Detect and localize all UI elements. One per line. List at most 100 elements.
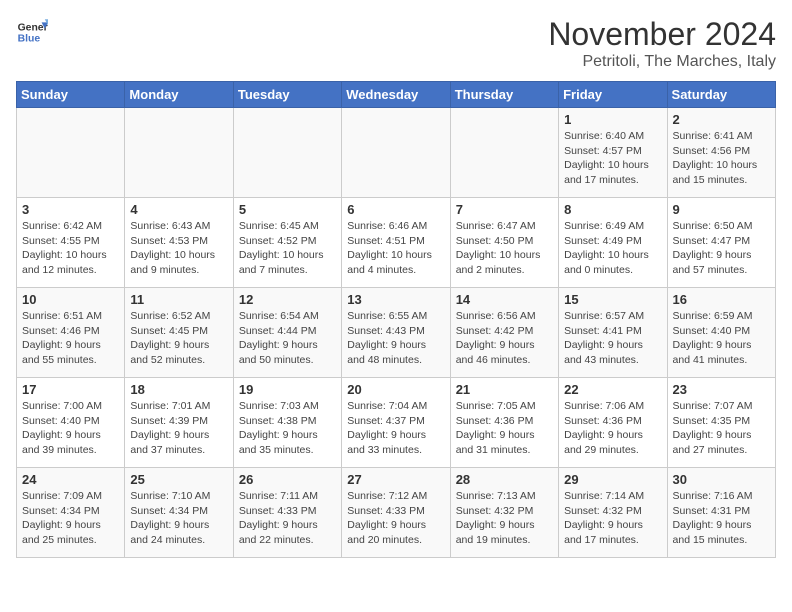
calendar-cell: 5Sunrise: 6:45 AM Sunset: 4:52 PM Daylig…: [233, 198, 341, 288]
day-number: 26: [239, 472, 336, 487]
calendar-table: SundayMondayTuesdayWednesdayThursdayFrid…: [16, 81, 776, 558]
day-detail: Sunrise: 6:42 AM Sunset: 4:55 PM Dayligh…: [22, 219, 119, 278]
day-detail: Sunrise: 7:06 AM Sunset: 4:36 PM Dayligh…: [564, 399, 661, 458]
calendar-cell: 25 Sunrise: 7:10 AM Sunset: 4:34 PM Dayli…: [125, 468, 233, 558]
day-number: 6: [347, 202, 444, 217]
logo: General Blue: [16, 16, 48, 48]
calendar-cell: 26Sunrise: 7:11 AM Sunset: 4:33 PM Dayli…: [233, 468, 341, 558]
day-number: 4: [130, 202, 227, 217]
calendar-cell: 16 Sunrise: 6:59 AM Sunset: 4:40 PM Dayli…: [667, 288, 775, 378]
day-number: 30: [673, 472, 770, 487]
week-row-2: 3 Sunrise: 6:42 AM Sunset: 4:55 PM Daylig…: [17, 198, 776, 288]
weekday-header-wednesday: Wednesday: [342, 82, 450, 108]
day-number: 15: [564, 292, 661, 307]
day-detail: Sunrise: 7:04 AM Sunset: 4:37 PM Dayligh…: [347, 399, 444, 458]
calendar-cell: 22 Sunrise: 7:06 AM Sunset: 4:36 PM Dayli…: [559, 378, 667, 468]
calendar-cell: 6Sunrise: 6:46 AM Sunset: 4:51 PM Daylig…: [342, 198, 450, 288]
day-number: 20: [347, 382, 444, 397]
logo-icon: General Blue: [16, 16, 48, 48]
day-detail: Sunrise: 7:09 AM Sunset: 4:34 PM Dayligh…: [22, 489, 119, 548]
day-detail: Sunrise: 7:16 AM Sunset: 4:31 PM Dayligh…: [673, 489, 770, 548]
week-row-3: 10 Sunrise: 6:51 AM Sunset: 4:46 PM Dayli…: [17, 288, 776, 378]
day-number: 18: [130, 382, 227, 397]
calendar-cell: [342, 108, 450, 198]
day-detail: Sunrise: 6:45 AM Sunset: 4:52 PM Dayligh…: [239, 219, 336, 278]
day-number: 17: [22, 382, 119, 397]
weekday-header-row: SundayMondayTuesdayWednesdayThursdayFrid…: [17, 82, 776, 108]
calendar-title: November 2024: [548, 16, 776, 53]
day-detail: Sunrise: 7:05 AM Sunset: 4:36 PM Dayligh…: [456, 399, 553, 458]
day-number: 29: [564, 472, 661, 487]
day-number: 22: [564, 382, 661, 397]
day-number: 28: [456, 472, 553, 487]
day-detail: Sunrise: 7:00 AM Sunset: 4:40 PM Dayligh…: [22, 399, 119, 458]
day-detail: Sunrise: 6:52 AM Sunset: 4:45 PM Dayligh…: [130, 309, 227, 368]
day-number: 27: [347, 472, 444, 487]
day-detail: Sunrise: 6:43 AM Sunset: 4:53 PM Dayligh…: [130, 219, 227, 278]
header: General Blue November 2024 Petritoli, Th…: [16, 16, 776, 71]
calendar-cell: 12 Sunrise: 6:54 AM Sunset: 4:44 PM Dayli…: [233, 288, 341, 378]
day-number: 9: [673, 202, 770, 217]
day-number: 14: [456, 292, 553, 307]
day-number: 10: [22, 292, 119, 307]
calendar-cell: 30 Sunrise: 7:16 AM Sunset: 4:31 PM Dayli…: [667, 468, 775, 558]
day-detail: Sunrise: 7:01 AM Sunset: 4:39 PM Dayligh…: [130, 399, 227, 458]
calendar-subtitle: Petritoli, The Marches, Italy: [548, 53, 776, 71]
weekday-header-friday: Friday: [559, 82, 667, 108]
week-row-5: 24 Sunrise: 7:09 AM Sunset: 4:34 PM Dayli…: [17, 468, 776, 558]
calendar-cell: 17 Sunrise: 7:00 AM Sunset: 4:40 PM Dayli…: [17, 378, 125, 468]
calendar-cell: 9Sunrise: 6:50 AM Sunset: 4:47 PM Daylig…: [667, 198, 775, 288]
calendar-cell: 3 Sunrise: 6:42 AM Sunset: 4:55 PM Daylig…: [17, 198, 125, 288]
calendar-cell: 11 Sunrise: 6:52 AM Sunset: 4:45 PM Dayli…: [125, 288, 233, 378]
day-detail: Sunrise: 6:54 AM Sunset: 4:44 PM Dayligh…: [239, 309, 336, 368]
day-number: 3: [22, 202, 119, 217]
day-number: 12: [239, 292, 336, 307]
day-number: 25: [130, 472, 227, 487]
calendar-cell: 15Sunrise: 6:57 AM Sunset: 4:41 PM Dayli…: [559, 288, 667, 378]
calendar-cell: [125, 108, 233, 198]
day-detail: Sunrise: 6:59 AM Sunset: 4:40 PM Dayligh…: [673, 309, 770, 368]
day-detail: Sunrise: 6:41 AM Sunset: 4:56 PM Dayligh…: [673, 129, 770, 188]
weekday-header-saturday: Saturday: [667, 82, 775, 108]
day-detail: Sunrise: 7:14 AM Sunset: 4:32 PM Dayligh…: [564, 489, 661, 548]
calendar-cell: 10 Sunrise: 6:51 AM Sunset: 4:46 PM Dayli…: [17, 288, 125, 378]
day-detail: Sunrise: 7:07 AM Sunset: 4:35 PM Dayligh…: [673, 399, 770, 458]
calendar-cell: 27Sunrise: 7:12 AM Sunset: 4:33 PM Dayli…: [342, 468, 450, 558]
day-detail: Sunrise: 6:49 AM Sunset: 4:49 PM Dayligh…: [564, 219, 661, 278]
calendar-cell: 20 Sunrise: 7:04 AM Sunset: 4:37 PM Dayli…: [342, 378, 450, 468]
day-number: 24: [22, 472, 119, 487]
week-row-4: 17 Sunrise: 7:00 AM Sunset: 4:40 PM Dayli…: [17, 378, 776, 468]
calendar-cell: [17, 108, 125, 198]
day-detail: Sunrise: 6:56 AM Sunset: 4:42 PM Dayligh…: [456, 309, 553, 368]
day-number: 16: [673, 292, 770, 307]
day-number: 11: [130, 292, 227, 307]
calendar-cell: 2 Sunrise: 6:41 AM Sunset: 4:56 PM Daylig…: [667, 108, 775, 198]
week-row-1: 1Sunrise: 6:40 AM Sunset: 4:57 PM Daylig…: [17, 108, 776, 198]
day-detail: Sunrise: 7:03 AM Sunset: 4:38 PM Dayligh…: [239, 399, 336, 458]
svg-text:Blue: Blue: [18, 34, 41, 45]
day-detail: Sunrise: 7:13 AM Sunset: 4:32 PM Dayligh…: [456, 489, 553, 548]
calendar-cell: 8 Sunrise: 6:49 AM Sunset: 4:49 PM Daylig…: [559, 198, 667, 288]
day-detail: Sunrise: 6:40 AM Sunset: 4:57 PM Dayligh…: [564, 129, 661, 188]
calendar-cell: 23 Sunrise: 7:07 AM Sunset: 4:35 PM Dayli…: [667, 378, 775, 468]
weekday-header-thursday: Thursday: [450, 82, 558, 108]
calendar-cell: 21 Sunrise: 7:05 AM Sunset: 4:36 PM Dayli…: [450, 378, 558, 468]
day-number: 19: [239, 382, 336, 397]
weekday-header-monday: Monday: [125, 82, 233, 108]
calendar-cell: 18 Sunrise: 7:01 AM Sunset: 4:39 PM Dayli…: [125, 378, 233, 468]
day-detail: Sunrise: 6:51 AM Sunset: 4:46 PM Dayligh…: [22, 309, 119, 368]
day-detail: Sunrise: 6:55 AM Sunset: 4:43 PM Dayligh…: [347, 309, 444, 368]
day-number: 7: [456, 202, 553, 217]
day-number: 21: [456, 382, 553, 397]
calendar-cell: [233, 108, 341, 198]
day-number: 8: [564, 202, 661, 217]
calendar-cell: [450, 108, 558, 198]
calendar-cell: 28 Sunrise: 7:13 AM Sunset: 4:32 PM Dayli…: [450, 468, 558, 558]
day-number: 23: [673, 382, 770, 397]
calendar-cell: 24 Sunrise: 7:09 AM Sunset: 4:34 PM Dayli…: [17, 468, 125, 558]
calendar-cell: 19 Sunrise: 7:03 AM Sunset: 4:38 PM Dayli…: [233, 378, 341, 468]
calendar-cell: 7 Sunrise: 6:47 AM Sunset: 4:50 PM Daylig…: [450, 198, 558, 288]
day-detail: Sunrise: 6:47 AM Sunset: 4:50 PM Dayligh…: [456, 219, 553, 278]
day-number: 2: [673, 112, 770, 127]
day-detail: Sunrise: 7:10 AM Sunset: 4:34 PM Dayligh…: [130, 489, 227, 548]
